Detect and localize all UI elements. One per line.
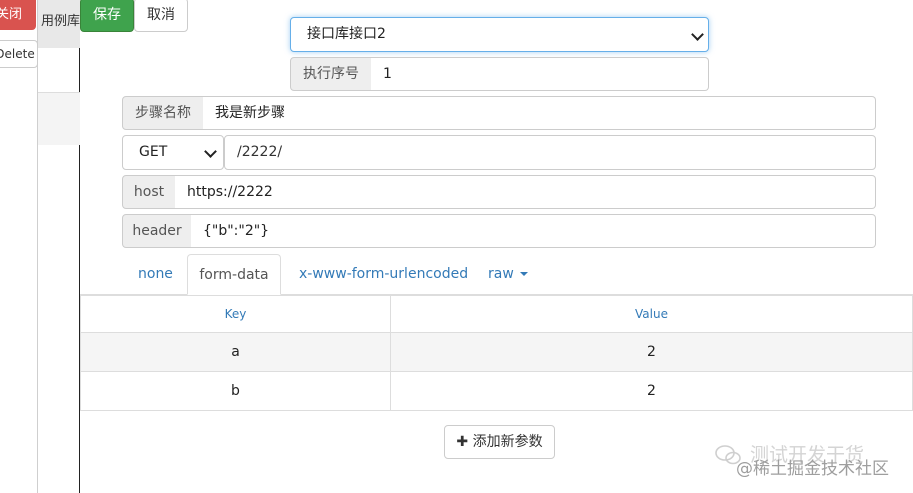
tab-x-www-form-urlencoded[interactable]: x-www-form-urlencoded bbox=[299, 254, 468, 294]
params-table: Key Value a 2 b 2 bbox=[80, 295, 913, 411]
table-row[interactable]: b 2 bbox=[80, 371, 913, 411]
step-name-input[interactable]: 我是新步骤 bbox=[203, 96, 876, 130]
header-label: header bbox=[122, 214, 192, 248]
chevron-down-icon bbox=[204, 145, 217, 158]
exec-order-label: 执行序号 bbox=[290, 57, 372, 91]
cancel-button[interactable]: 取消 bbox=[134, 0, 188, 32]
header-input[interactable]: {"b":"2"} bbox=[191, 214, 876, 248]
table-cell-value[interactable]: 2 bbox=[390, 332, 913, 372]
host-input[interactable]: https://2222 bbox=[175, 175, 876, 209]
host-label: host bbox=[122, 175, 176, 209]
exec-order-input[interactable]: 1 bbox=[371, 57, 709, 91]
delete-button[interactable]: Delete bbox=[0, 40, 38, 68]
add-param-button[interactable]: ✚ 添加新参数 bbox=[444, 425, 555, 459]
api-select[interactable]: 接口库接口2 bbox=[290, 17, 709, 52]
tab-raw-label: raw bbox=[488, 266, 514, 282]
method-select-value: GET bbox=[139, 144, 168, 160]
watermark-source: @稀土掘金技术社区 bbox=[736, 459, 889, 479]
close-button[interactable]: 关闭 bbox=[0, 0, 36, 30]
background-panel bbox=[38, 0, 80, 493]
column-header-value[interactable]: Value bbox=[390, 295, 913, 333]
tab-raw[interactable]: raw bbox=[488, 254, 528, 294]
table-row[interactable]: a 2 bbox=[80, 332, 913, 372]
method-select[interactable]: GET bbox=[122, 135, 224, 170]
watermark: 测试开发干货 @稀土掘金技术社区 bbox=[714, 440, 913, 480]
table-cell-key[interactable]: a bbox=[80, 332, 391, 372]
table-cell-key[interactable]: b bbox=[80, 371, 391, 411]
plus-icon: ✚ bbox=[456, 434, 469, 450]
tab-case-library[interactable]: 用例库 bbox=[38, 0, 80, 48]
tab-none[interactable]: none bbox=[138, 254, 173, 294]
tab-form-data[interactable]: form-data bbox=[187, 254, 281, 295]
url-input[interactable]: /2222/ bbox=[224, 135, 876, 170]
chevron-down-icon bbox=[691, 28, 704, 41]
background-sidebar bbox=[0, 0, 38, 493]
caret-down-icon bbox=[519, 272, 528, 276]
background-row bbox=[38, 93, 80, 145]
table-cell-value[interactable]: 2 bbox=[390, 371, 913, 411]
save-button[interactable]: 保存 bbox=[80, 0, 134, 32]
api-select-value: 接口库接口2 bbox=[307, 26, 386, 42]
column-header-key[interactable]: Key bbox=[80, 295, 391, 333]
step-name-label: 步骤名称 bbox=[122, 96, 204, 130]
add-param-label: 添加新参数 bbox=[472, 434, 543, 450]
